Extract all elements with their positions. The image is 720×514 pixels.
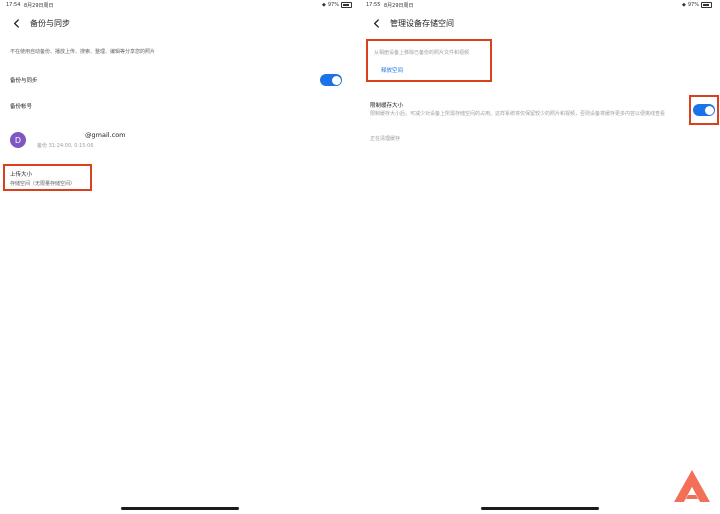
free-up-description: 从相册设备上移除已备份的照片文件和视频 <box>374 50 470 56</box>
free-up-space-section: 从相册设备上移除已备份的照片文件和视频 释放空间 <box>366 39 492 82</box>
status-time: 17:55 <box>366 2 381 8</box>
status-time: 17:54 <box>6 2 21 8</box>
back-button[interactable] <box>370 17 382 29</box>
home-indicator <box>481 507 599 510</box>
back-button[interactable] <box>10 17 22 29</box>
status-bar: 17:55 8月29日周日 ◆ 97% <box>366 2 712 10</box>
status-date: 8月29日周日 <box>384 3 414 9</box>
clear-cache-status: 正在清理缓存 <box>370 136 401 142</box>
status-battery-text: 97% <box>327 2 339 8</box>
backup-sync-row[interactable]: 备份与同步 <box>10 71 342 89</box>
limit-cache-setting[interactable]: 限制缓存大小 限制缓存大小后，可减少对设备上所需存储空间的占用。这样系统将仅保留… <box>370 101 688 118</box>
top-app-bar: 备份与同步 <box>10 14 350 32</box>
backup-sync-label: 备份与同步 <box>10 78 38 84</box>
account-email: @gmail.com <box>85 131 126 139</box>
status-bar: 17:54 8月29日周日 ◆ 97% <box>6 2 352 10</box>
avatar: D <box>10 132 26 148</box>
status-date: 8月29日周日 <box>24 3 54 9</box>
screenshot-root: 17:54 8月29日周日 ◆ 97% 备份与同步 不在使用自动备份、播放上传、… <box>0 0 720 514</box>
back-arrow-icon <box>13 18 19 28</box>
status-battery-text: 97% <box>687 2 699 8</box>
upload-size-value: 存储空间（无限量存储空间） <box>10 181 76 187</box>
top-app-bar: 管理设备存储空间 <box>370 14 710 32</box>
back-arrow-icon <box>373 18 379 28</box>
battery-icon <box>341 2 352 8</box>
upload-size-setting[interactable]: 上传大小 存储空间（无限量存储空间） <box>3 164 92 191</box>
upload-size-label: 上传大小 <box>10 172 33 178</box>
wifi-icon: ◆ <box>682 2 686 8</box>
backup-sync-toggle[interactable] <box>320 74 342 86</box>
limit-cache-label: 限制缓存大小 <box>370 103 404 109</box>
battery-icon <box>701 2 712 8</box>
logo-icon <box>674 470 710 502</box>
manage-storage-screen: 17:55 8月29日周日 ◆ 97% 管理设备存储空间 从相册设备上移除已备份… <box>360 0 720 514</box>
wifi-icon: ◆ <box>322 2 326 8</box>
page-title: 备份与同步 <box>30 18 70 28</box>
last-backup-text: 备份 31:24:00, 0:15:06 <box>37 143 94 149</box>
home-indicator <box>121 507 239 510</box>
backup-account-row[interactable]: D @gmail.com 备份 31:24:00, 0:15:06 <box>10 129 350 151</box>
limit-cache-toggle-highlight <box>689 95 719 125</box>
limit-cache-description: 限制缓存大小后，可减少对设备上所需存储空间的占用。这样系统将仅保留较少的照片和视… <box>370 111 666 117</box>
backup-description: 不在使用自动备份、播放上传、搜索、整理、编辑等分享您的照片 <box>10 49 156 55</box>
free-up-space-button[interactable]: 释放空间 <box>381 66 403 74</box>
backup-account-heading: 备份帐号 <box>10 104 33 110</box>
backup-sync-screen: 17:54 8月29日周日 ◆ 97% 备份与同步 不在使用自动备份、播放上传、… <box>0 0 360 514</box>
page-title: 管理设备存储空间 <box>390 18 454 28</box>
limit-cache-toggle[interactable] <box>693 104 715 116</box>
